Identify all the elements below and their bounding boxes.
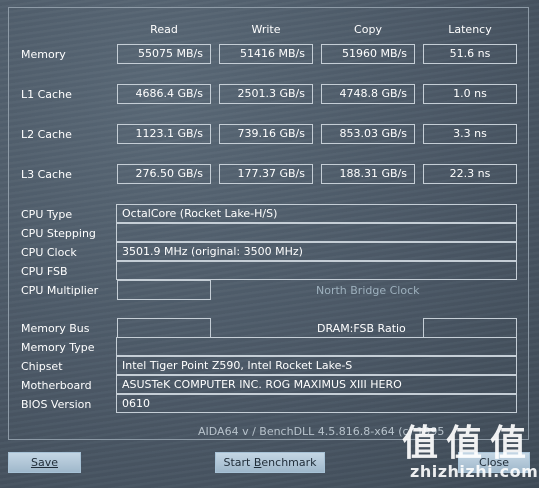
- chipset-field: Intel Tiger Point Z590, Intel Rocket Lak…: [116, 356, 517, 375]
- motherboard-label: Motherboard: [21, 379, 92, 392]
- column-header-latency: Latency: [448, 23, 492, 36]
- site-watermark: 值 值 值 zhizhizhi.com: [396, 414, 539, 484]
- l2-write-value: 739.16 GB/s: [219, 124, 313, 144]
- memory-read-value: 55075 MB/s: [117, 44, 211, 64]
- l1-read-value: 4686.4 GB/s: [117, 84, 211, 104]
- memory-copy-value: 51960 MB/s: [321, 44, 415, 64]
- row-label-l2-cache: L2 Cache: [21, 128, 72, 141]
- watermark-site-text: zhizhizhi.com: [410, 462, 539, 481]
- row-label-memory: Memory: [21, 48, 66, 61]
- memory-write-value: 51416 MB/s: [219, 44, 313, 64]
- l3-copy-value: 188.31 GB/s: [321, 164, 415, 184]
- memory-bus-label: Memory Bus: [21, 322, 90, 335]
- cpu-type-label: CPU Type: [21, 208, 73, 221]
- memory-type-field: [116, 337, 517, 356]
- dram-fsb-ratio-field: [423, 318, 517, 338]
- motherboard-field: ASUSTeK COMPUTER INC. ROG MAXIMUS XIII H…: [116, 375, 517, 394]
- memory-type-label: Memory Type: [21, 341, 95, 354]
- dram-fsb-ratio-label: DRAM:FSB Ratio: [317, 322, 406, 335]
- cpu-multiplier-field: [117, 280, 211, 300]
- cpu-stepping-field: [116, 223, 517, 242]
- memory-latency-value: 51.6 ns: [423, 44, 517, 64]
- cpu-clock-field: 3501.9 MHz (original: 3500 MHz): [116, 242, 517, 261]
- memory-bus-field: [117, 318, 211, 338]
- north-bridge-clock-field: [423, 280, 517, 300]
- save-button[interactable]: Save: [8, 452, 81, 473]
- watermark-char-3: 值: [490, 423, 527, 464]
- start-benchmark-suffix: enchmark: [261, 456, 317, 469]
- column-header-write: Write: [251, 23, 281, 36]
- bios-version-label: BIOS Version: [21, 398, 92, 411]
- cpu-fsb-label: CPU FSB: [21, 265, 68, 278]
- l2-read-value: 1123.1 GB/s: [117, 124, 211, 144]
- l2-latency-value: 3.3 ns: [423, 124, 517, 144]
- l2-copy-value: 853.03 GB/s: [321, 124, 415, 144]
- north-bridge-clock-label: North Bridge Clock: [316, 284, 420, 297]
- l3-latency-value: 22.3 ns: [423, 164, 517, 184]
- l3-write-value: 177.37 GB/s: [219, 164, 313, 184]
- l1-write-value: 2501.3 GB/s: [219, 84, 313, 104]
- start-benchmark-prefix: Start: [223, 456, 254, 469]
- l3-read-value: 276.50 GB/s: [117, 164, 211, 184]
- cpu-stepping-label: CPU Stepping: [21, 227, 96, 240]
- cpu-fsb-field: [116, 261, 517, 280]
- column-header-copy: Copy: [354, 23, 382, 36]
- l1-copy-value: 4748.8 GB/s: [321, 84, 415, 104]
- row-label-l3-cache: L3 Cache: [21, 168, 72, 181]
- l1-latency-value: 1.0 ns: [423, 84, 517, 104]
- watermark-char-1: 值: [402, 423, 439, 464]
- save-button-label: Save: [30, 456, 58, 469]
- bios-version-field: 0610: [116, 394, 517, 413]
- watermark-char-2: 值: [446, 423, 483, 464]
- row-label-l1-cache: L1 Cache: [21, 88, 72, 101]
- chipset-label: Chipset: [21, 360, 63, 373]
- column-header-read: Read: [150, 23, 178, 36]
- cpu-multiplier-label: CPU Multiplier: [21, 284, 99, 297]
- start-benchmark-button[interactable]: Start Benchmark: [215, 452, 325, 473]
- cpu-type-field: OctalCore (Rocket Lake-H/S): [116, 204, 517, 223]
- cpu-clock-label: CPU Clock: [21, 246, 77, 259]
